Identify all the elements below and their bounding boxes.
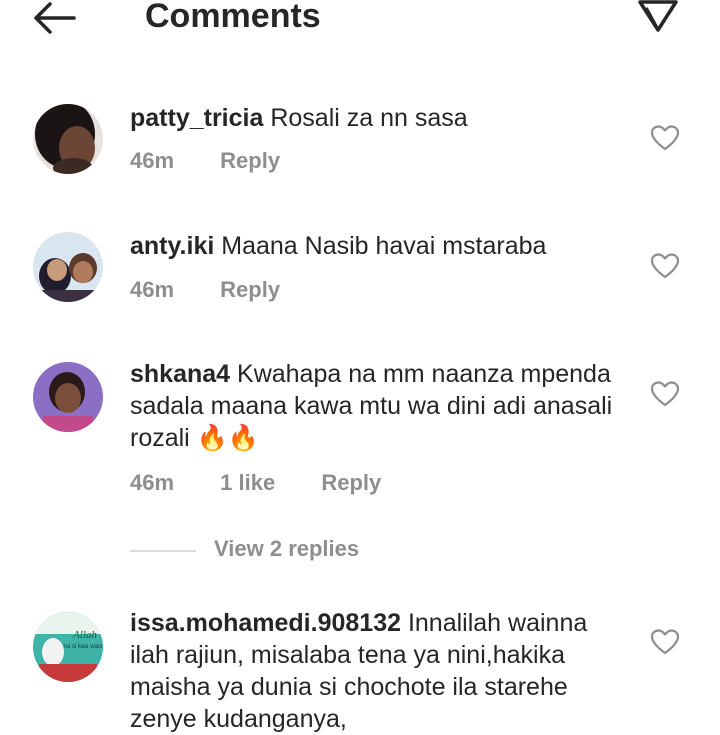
comment-username[interactable]: shkana4 — [130, 360, 230, 388]
comment-meta: 46m Reply — [130, 277, 320, 303]
like-button[interactable] — [650, 380, 680, 408]
back-button[interactable] — [28, 0, 84, 40]
avatar-text-line2: na si kwa wats — [63, 644, 102, 650]
comment-username[interactable]: patty_tricia — [130, 104, 263, 132]
send-icon — [638, 0, 678, 32]
view-replies-label: View 2 replies — [214, 536, 360, 561]
heart-icon — [650, 629, 680, 655]
avatar[interactable] — [33, 232, 103, 302]
page-title: Comments — [145, 0, 321, 35]
avatar[interactable]: Allah na si kwa wats — [33, 612, 103, 682]
avatar[interactable] — [33, 362, 103, 432]
comment-text: Rosali za nn sasa — [270, 104, 468, 132]
comment-username[interactable]: issa.mohamedi.908132 — [130, 609, 401, 637]
heart-icon — [650, 253, 680, 279]
arrow-left-icon — [34, 2, 76, 34]
comment-text: Maana Nasib havai mstaraba — [221, 232, 547, 260]
like-button[interactable] — [650, 252, 680, 280]
comments-header: Comments — [0, 0, 720, 48]
comment-time: 46m — [130, 470, 175, 495]
like-button[interactable] — [650, 124, 680, 152]
avatar-text-line1: Allah — [72, 629, 97, 641]
comment-time: 46m — [130, 277, 175, 302]
replies-divider — [130, 550, 196, 552]
reply-button[interactable]: Reply — [220, 148, 280, 174]
heart-icon — [650, 381, 680, 407]
reply-button[interactable]: Reply — [321, 470, 381, 496]
avatar[interactable] — [33, 104, 103, 174]
likes-count[interactable]: 1 like — [220, 470, 275, 496]
like-button[interactable] — [650, 628, 680, 656]
share-button[interactable] — [632, 0, 682, 40]
comment-meta: 46m Reply — [130, 148, 320, 174]
comment-meta: 46m 1 like Reply — [130, 470, 421, 496]
heart-icon — [650, 125, 680, 151]
comment-time: 46m — [130, 148, 175, 173]
reply-button[interactable]: Reply — [220, 277, 280, 303]
comment-username[interactable]: anty.iki — [130, 232, 214, 260]
